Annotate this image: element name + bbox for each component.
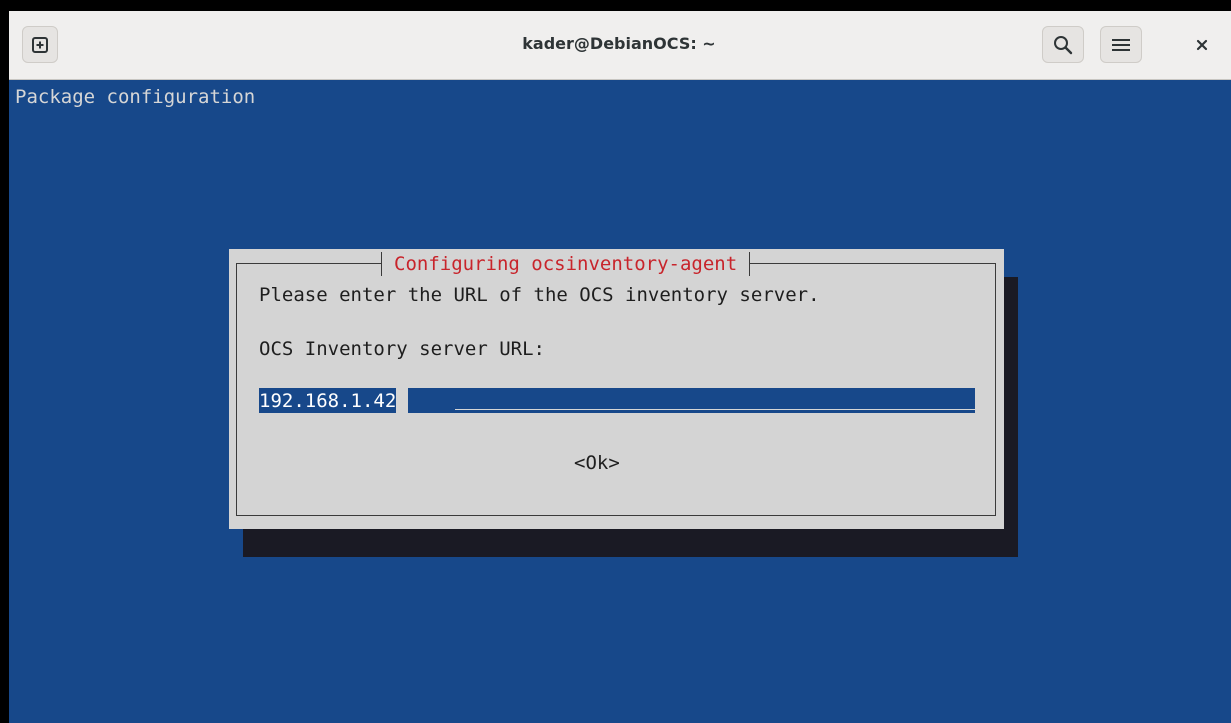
terminal-window: kader@DebianOCS: ~ Package configuration xyxy=(9,11,1231,723)
window-title: kader@DebianOCS: ~ xyxy=(522,34,716,53)
close-button[interactable] xyxy=(1190,33,1214,57)
server-url-value: 192.168.1.42 xyxy=(259,389,397,412)
url-field-label: OCS Inventory server URL: xyxy=(259,338,545,360)
dialog-prompt: Please enter the URL of the OCS inventor… xyxy=(259,284,820,306)
ok-button[interactable]: <Ok> xyxy=(574,452,620,474)
config-dialog: Configuring ocsinventory-agent Please en… xyxy=(229,249,1004,529)
close-icon xyxy=(1196,39,1208,51)
input-underline xyxy=(455,409,975,410)
dialog-title: Configuring ocsinventory-agent xyxy=(381,252,751,276)
menu-button[interactable] xyxy=(1100,26,1142,63)
package-configuration-header: Package configuration xyxy=(15,86,256,108)
text-cursor xyxy=(396,388,409,413)
search-button[interactable] xyxy=(1042,26,1084,63)
new-tab-button[interactable] xyxy=(22,26,58,63)
hamburger-menu-icon xyxy=(1112,38,1130,51)
terminal-area[interactable]: Package configuration Configuring ocsinv… xyxy=(9,80,1231,723)
search-icon xyxy=(1054,35,1073,54)
server-url-input[interactable]: 192.168.1.42 xyxy=(259,388,975,413)
new-tab-icon xyxy=(32,36,48,53)
title-bar: kader@DebianOCS: ~ xyxy=(9,11,1231,80)
